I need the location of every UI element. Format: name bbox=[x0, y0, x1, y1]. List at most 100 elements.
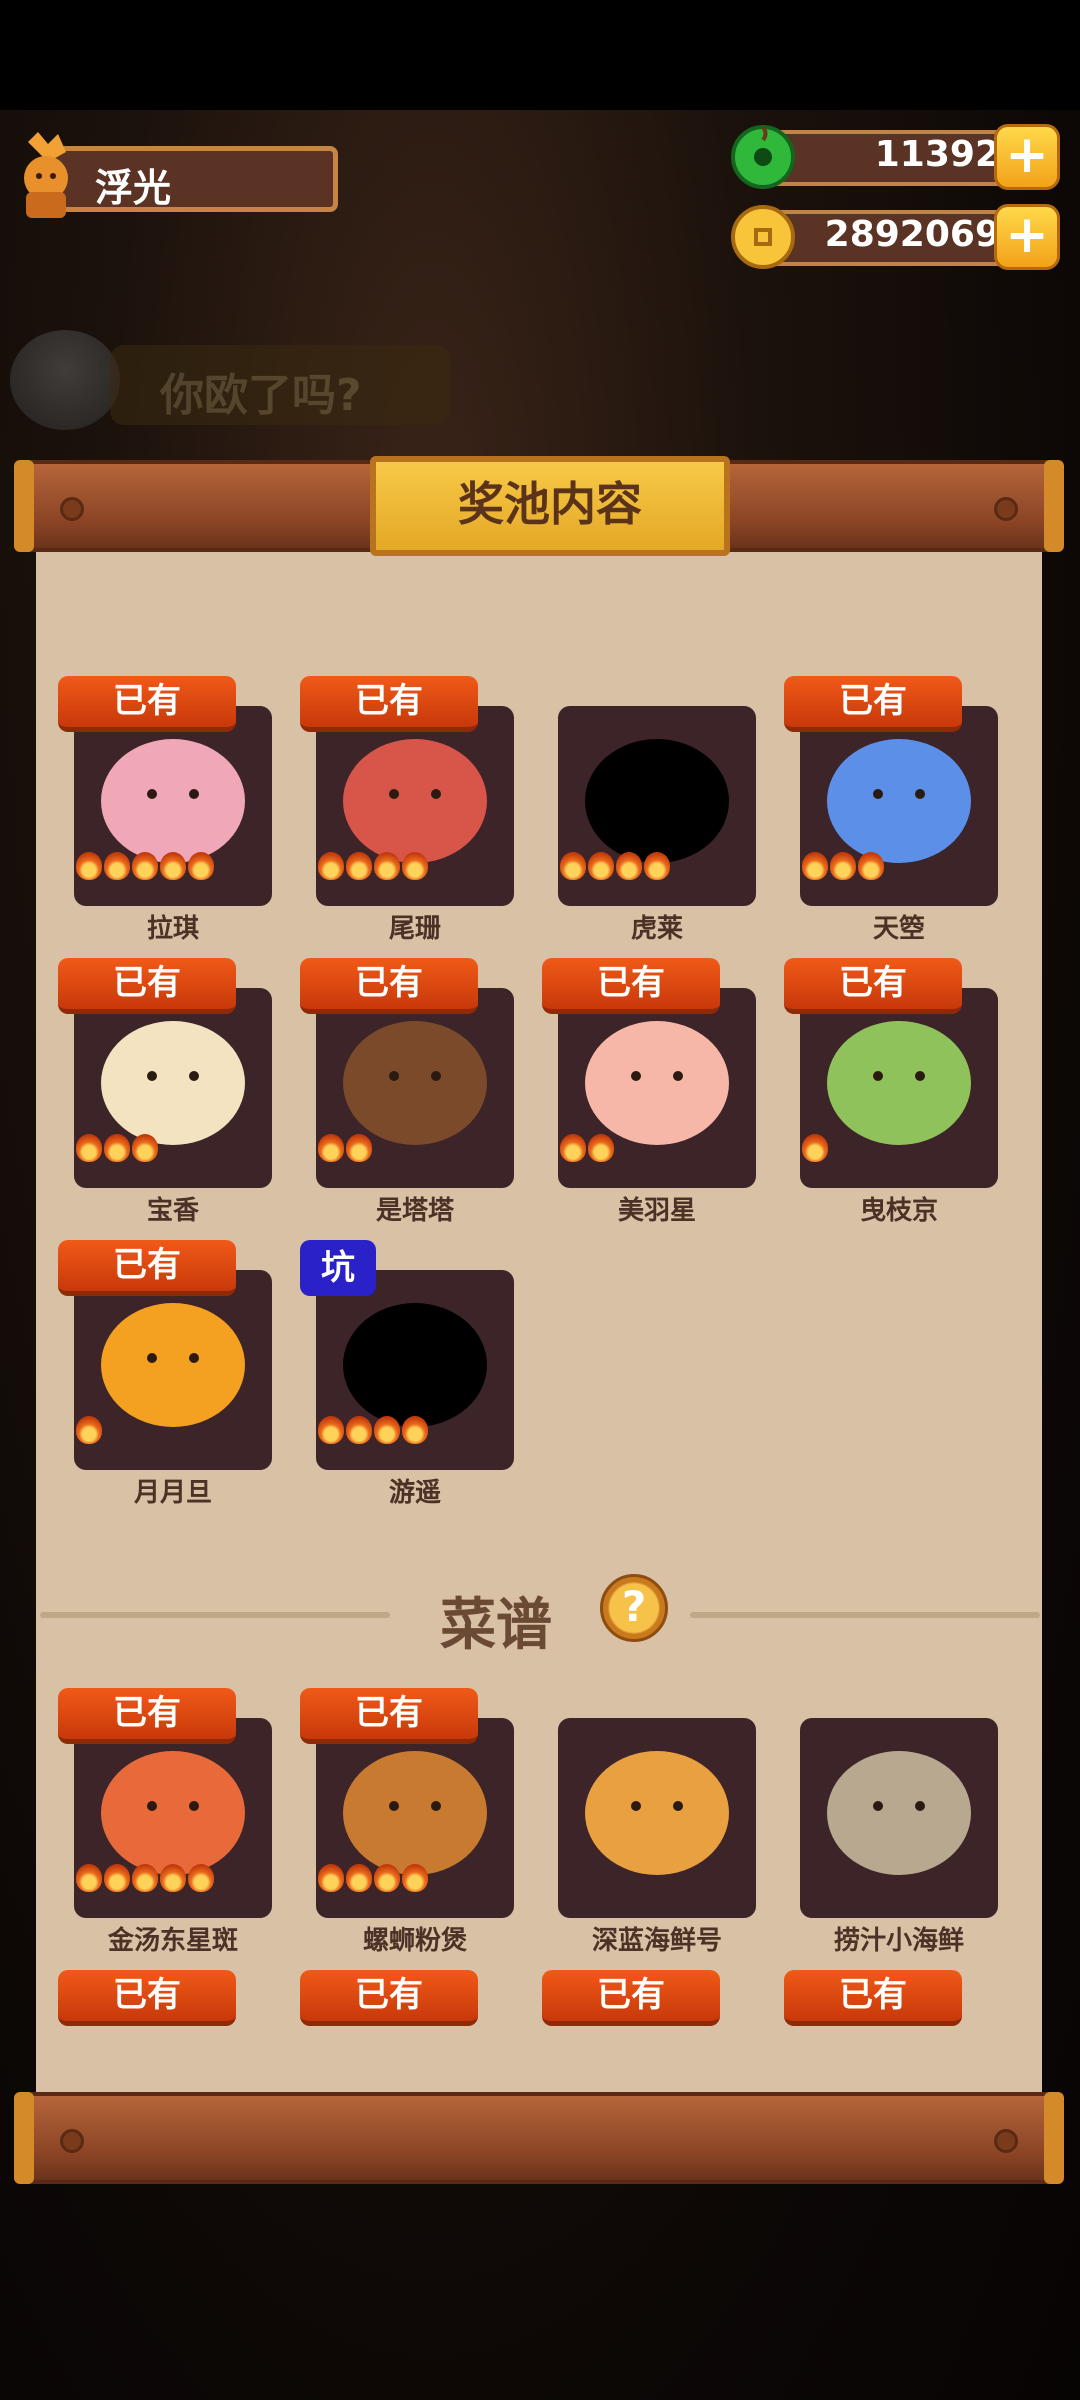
flame-star-icon bbox=[588, 1134, 614, 1162]
owned-badge: 已有 bbox=[300, 1688, 478, 1744]
divider-right bbox=[690, 1612, 1040, 1618]
owned-badge: 已有 bbox=[58, 958, 236, 1014]
rod-knob-left bbox=[60, 497, 84, 521]
jade-amount: 11392 bbox=[874, 134, 1000, 175]
rod-cap-right bbox=[1044, 460, 1064, 552]
add-coin-button[interactable]: + bbox=[994, 204, 1060, 270]
recipe-name: 捞汁小海鲜 bbox=[833, 1926, 964, 1956]
flame-star-icon bbox=[560, 852, 586, 880]
owned-badge: 已有 bbox=[300, 1970, 478, 2026]
recipe-name: 金汤东星斑 bbox=[107, 1926, 238, 1956]
flame-star-icon bbox=[346, 1134, 372, 1162]
flame-star-icon bbox=[160, 1864, 186, 1892]
flame-star-icon bbox=[560, 1134, 586, 1162]
flame-star-icon bbox=[616, 852, 642, 880]
character-card[interactable]: 已有 天箜 bbox=[784, 676, 998, 944]
rarity-stars bbox=[318, 1134, 372, 1162]
recipe-image-icon bbox=[585, 1751, 729, 1875]
rod-knob-left bbox=[60, 2129, 84, 2153]
rarity-stars bbox=[76, 1416, 102, 1444]
player-name-plate: 浮光 bbox=[50, 146, 338, 212]
recipes-section-header: 菜谱 ? bbox=[40, 1572, 1040, 1658]
player-profile[interactable]: 浮光 bbox=[8, 132, 338, 222]
flame-star-icon bbox=[402, 1416, 428, 1444]
character-name: 是塔塔 bbox=[375, 1196, 454, 1226]
jade-icon bbox=[731, 125, 795, 189]
flame-star-icon bbox=[76, 1134, 102, 1162]
character-name: 月月旦 bbox=[133, 1478, 212, 1508]
character-card[interactable]: 已有宝香 bbox=[58, 958, 272, 1226]
flame-star-icon bbox=[104, 852, 130, 880]
rod-cap-left bbox=[14, 460, 34, 552]
flame-star-icon bbox=[318, 1416, 344, 1444]
owned-badge: 已有 bbox=[58, 676, 236, 732]
character-name: 尾珊 bbox=[388, 914, 441, 944]
flame-star-icon bbox=[588, 852, 614, 880]
owned-badge: 已有 bbox=[58, 1688, 236, 1744]
flame-star-icon bbox=[318, 1134, 344, 1162]
bottom-scroll-rod bbox=[14, 2092, 1064, 2184]
character-portrait bbox=[800, 988, 998, 1188]
owned-badge: 已有 bbox=[784, 1970, 962, 2026]
add-jade-button[interactable]: + bbox=[994, 124, 1060, 190]
rod-knob-right bbox=[994, 2129, 1018, 2153]
background-banner: 你欧了吗? bbox=[110, 345, 450, 425]
flame-star-icon bbox=[802, 852, 828, 880]
recipes-section-title: 菜谱 bbox=[440, 1593, 552, 1658]
rarity-stars bbox=[76, 852, 214, 880]
character-card[interactable]: 虎莱 bbox=[542, 676, 756, 944]
rarity-stars bbox=[560, 852, 670, 880]
owned-badge: 已有 bbox=[300, 958, 478, 1014]
owned-badge: 已有 bbox=[58, 1970, 236, 2026]
flame-star-icon bbox=[318, 1864, 344, 1892]
flame-star-icon bbox=[76, 1416, 102, 1444]
recipe-portrait bbox=[800, 1718, 998, 1918]
flame-star-icon bbox=[346, 1416, 372, 1444]
flame-star-icon bbox=[132, 1134, 158, 1162]
coin-icon bbox=[731, 205, 795, 269]
character-card[interactable]: 已有月月旦 bbox=[58, 1240, 272, 1508]
recipe-card[interactable]: 捞汁小海鲜 bbox=[784, 1688, 998, 1956]
recipe-name: 深蓝海鲜号 bbox=[591, 1926, 722, 1956]
flame-star-icon bbox=[346, 852, 372, 880]
owned-badge: 已有 bbox=[58, 1240, 236, 1296]
flame-star-icon bbox=[374, 852, 400, 880]
rarity-stars bbox=[318, 852, 428, 880]
recipe-card[interactable]: 深蓝海鲜号 bbox=[542, 1688, 756, 1956]
character-card[interactable]: 已有尾珊 bbox=[300, 676, 514, 944]
recipe-card[interactable]: 已有 螺蛳粉煲 bbox=[300, 1688, 514, 1956]
rarity-stars bbox=[318, 1864, 428, 1892]
recipe-card[interactable]: 已有金汤东星斑 bbox=[58, 1688, 272, 1956]
owned-badge: 已有 bbox=[542, 1970, 720, 2026]
flame-star-icon bbox=[160, 852, 186, 880]
character-name: 宝香 bbox=[146, 1196, 199, 1226]
flame-star-icon bbox=[402, 852, 428, 880]
character-card[interactable]: 已有 曳枝京 bbox=[784, 958, 998, 1226]
flame-star-icon bbox=[858, 852, 884, 880]
character-card[interactable]: 已有是塔塔 bbox=[300, 958, 514, 1226]
chick-mascot-icon bbox=[10, 330, 120, 430]
owned-badge: 已有 bbox=[300, 676, 478, 732]
character-portrait bbox=[74, 1270, 272, 1470]
character-image-icon bbox=[101, 1303, 245, 1427]
flame-star-icon bbox=[104, 1134, 130, 1162]
flame-star-icon bbox=[318, 852, 344, 880]
flame-star-icon bbox=[374, 1416, 400, 1444]
character-card[interactable]: 已有 拉琪 bbox=[58, 676, 272, 944]
character-name: 游遥 bbox=[388, 1478, 441, 1508]
character-card[interactable]: 已有 美羽星 bbox=[542, 958, 756, 1226]
character-name: 曳枝京 bbox=[859, 1196, 938, 1226]
flame-star-icon bbox=[402, 1864, 428, 1892]
player-avatar-icon[interactable] bbox=[8, 132, 86, 222]
flame-star-icon bbox=[802, 1134, 828, 1162]
character-card[interactable]: 坑游遥 bbox=[300, 1240, 514, 1508]
player-name: 浮光 bbox=[95, 166, 172, 210]
rarity-stars bbox=[76, 1864, 214, 1892]
owned-badge: 已有 bbox=[784, 676, 962, 732]
rod-knob-right bbox=[994, 497, 1018, 521]
rod-cap-left bbox=[14, 2092, 34, 2184]
divider-left bbox=[40, 1612, 390, 1618]
panel-title: 奖池内容 bbox=[370, 456, 730, 556]
help-icon[interactable]: ? bbox=[600, 1574, 668, 1642]
recipe-portrait bbox=[558, 1718, 756, 1918]
